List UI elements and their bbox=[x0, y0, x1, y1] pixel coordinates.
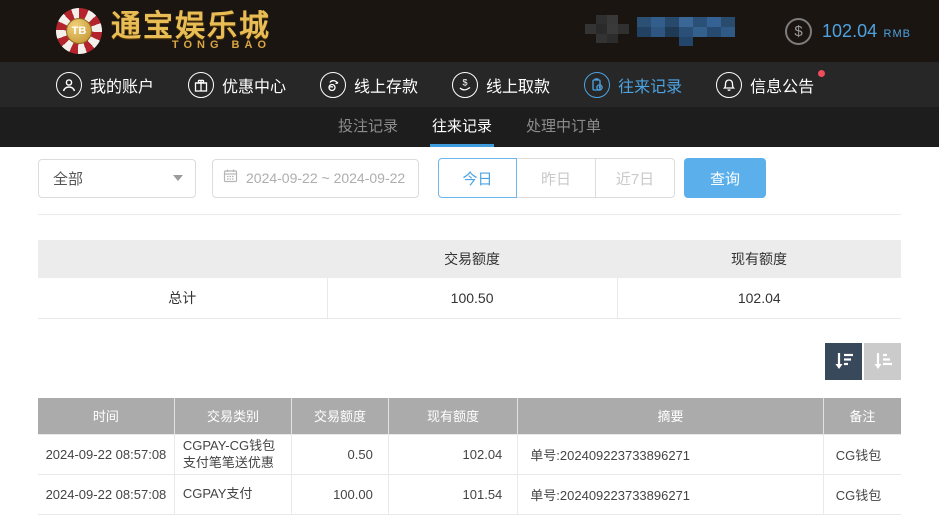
blurred-name-mosaic bbox=[637, 13, 745, 49]
nav-label: 线上存款 bbox=[354, 73, 418, 97]
records-icon bbox=[584, 72, 610, 98]
sort-ascending-button[interactable] bbox=[864, 343, 901, 380]
summary-header-empty bbox=[38, 240, 327, 278]
summary-header-balance: 现有额度 bbox=[617, 240, 901, 278]
nav-label: 信息公告 bbox=[750, 73, 814, 97]
table-row: 2024-09-22 08:57:08 CGPAY-CG钱包支付笔笔送优惠 0.… bbox=[38, 435, 901, 475]
sub-nav: 投注记录 往来记录 处理中订单 bbox=[0, 107, 939, 147]
col-header-type: 交易类别 bbox=[174, 398, 291, 435]
site-subtitle: TONG BAO bbox=[172, 40, 271, 51]
balance-currency: RMB bbox=[884, 28, 911, 40]
nav-item-my-account[interactable]: 我的账户 bbox=[56, 72, 154, 98]
nav-item-online-withdrawal[interactable]: $ 线上取款 bbox=[452, 72, 550, 98]
cell-balance: 102.04 bbox=[388, 435, 517, 475]
nav-item-transaction-records[interactable]: 往来记录 bbox=[584, 72, 682, 98]
last-7-days-button[interactable]: 近7日 bbox=[596, 158, 675, 198]
main-nav: 我的账户 优惠中心 线上存款 $ 线上取款 往来记录 信息公告 bbox=[0, 62, 939, 107]
records-header-row: 时间 交易类别 交易额度 现有额度 摘要 备注 bbox=[38, 398, 901, 435]
cell-balance: 101.54 bbox=[388, 475, 517, 515]
deposit-icon bbox=[320, 72, 346, 98]
type-select[interactable]: 全部 bbox=[38, 159, 196, 198]
col-header-amount: 交易额度 bbox=[292, 398, 389, 435]
cell-type: CGPAY支付 bbox=[174, 475, 291, 515]
cell-summary: 单号:202409223733896271 bbox=[518, 475, 824, 515]
chip-label: TB bbox=[66, 18, 92, 44]
tab-betting-records[interactable]: 投注记录 bbox=[336, 107, 400, 147]
summary-header-amount: 交易额度 bbox=[327, 240, 617, 278]
tab-transaction-records[interactable]: 往来记录 bbox=[430, 107, 494, 147]
summary-total-balance: 102.04 bbox=[617, 278, 901, 318]
col-header-remark: 备注 bbox=[823, 398, 901, 435]
nav-label: 线上取款 bbox=[486, 73, 550, 97]
summary-total-label: 总计 bbox=[38, 278, 327, 318]
section-divider bbox=[38, 214, 901, 215]
blurred-avatar-mosaic bbox=[585, 13, 629, 43]
notification-badge bbox=[818, 70, 825, 77]
cell-remark: CG钱包 bbox=[823, 475, 901, 515]
nav-label: 优惠中心 bbox=[222, 73, 286, 97]
cell-time: 2024-09-22 08:57:08 bbox=[38, 475, 174, 515]
calendar-icon bbox=[223, 168, 238, 188]
date-range-input[interactable]: 2024-09-22 ~ 2024-09-22 bbox=[212, 159, 419, 198]
balance-amount: 102.04 bbox=[822, 21, 877, 41]
nav-item-promotions[interactable]: 优惠中心 bbox=[188, 72, 286, 98]
search-button[interactable]: 查询 bbox=[684, 158, 766, 198]
col-header-time: 时间 bbox=[38, 398, 174, 435]
balance-display: $ 102.04 RMB bbox=[785, 18, 911, 45]
cell-summary: 单号:202409223733896271 bbox=[518, 435, 824, 475]
type-select-value: 全部 bbox=[53, 168, 83, 189]
user-icon bbox=[56, 72, 82, 98]
cell-time: 2024-09-22 08:57:08 bbox=[38, 435, 174, 475]
summary-total-row: 总计 100.50 102.04 bbox=[38, 278, 901, 318]
sort-descending-icon bbox=[833, 350, 855, 372]
poker-chip-icon: TB bbox=[56, 8, 102, 54]
today-button[interactable]: 今日 bbox=[438, 158, 517, 198]
sort-ascending-icon bbox=[872, 350, 894, 372]
summary-total-amount: 100.50 bbox=[327, 278, 617, 318]
top-bar: TB 通宝娱乐城 TONG BAO bbox=[0, 0, 939, 62]
nav-item-online-deposit[interactable]: 线上存款 bbox=[320, 72, 418, 98]
date-range-value: 2024-09-22 ~ 2024-09-22 bbox=[246, 170, 405, 186]
sort-controls bbox=[38, 343, 901, 380]
cell-amount: 100.00 bbox=[292, 475, 389, 515]
nav-item-announcements[interactable]: 信息公告 bbox=[716, 72, 814, 98]
sort-descending-button[interactable] bbox=[825, 343, 862, 380]
main-content: 全部 2024-09-22 ~ 2024-09-22 今日 昨日 近7日 查询 … bbox=[0, 158, 939, 515]
col-header-summary: 摘要 bbox=[518, 398, 824, 435]
summary-header-row: 交易额度 现有额度 bbox=[38, 240, 901, 278]
cell-amount: 0.50 bbox=[292, 435, 389, 475]
yesterday-button[interactable]: 昨日 bbox=[517, 158, 596, 198]
nav-label: 我的账户 bbox=[90, 73, 154, 97]
quick-date-group: 今日 昨日 近7日 bbox=[438, 158, 675, 198]
table-row: 2024-09-22 08:57:08 CGPAY支付 100.00 101.5… bbox=[38, 475, 901, 515]
logo-text: 通宝娱乐城 TONG BAO bbox=[111, 12, 271, 51]
top-right-area: $ 102.04 RMB bbox=[585, 13, 911, 49]
svg-text:$: $ bbox=[463, 77, 468, 87]
tab-processing-orders[interactable]: 处理中订单 bbox=[524, 107, 603, 147]
site-logo[interactable]: TB 通宝娱乐城 TONG BAO bbox=[56, 8, 271, 54]
records-table: 时间 交易类别 交易额度 现有额度 摘要 备注 2024-09-22 08:57… bbox=[38, 398, 901, 516]
col-header-balance: 现有额度 bbox=[388, 398, 517, 435]
summary-table: 交易额度 现有额度 总计 100.50 102.04 bbox=[38, 240, 901, 319]
bell-icon bbox=[716, 72, 742, 98]
dollar-icon: $ bbox=[785, 18, 812, 45]
gift-icon bbox=[188, 72, 214, 98]
nav-label: 往来记录 bbox=[618, 73, 682, 97]
filter-bar: 全部 2024-09-22 ~ 2024-09-22 今日 昨日 近7日 查询 bbox=[38, 158, 901, 198]
cell-remark: CG钱包 bbox=[823, 435, 901, 475]
blurred-username bbox=[585, 13, 745, 49]
site-title: 通宝娱乐城 bbox=[111, 12, 271, 42]
chevron-down-icon bbox=[173, 175, 183, 181]
cell-type: CGPAY-CG钱包支付笔笔送优惠 bbox=[174, 435, 291, 475]
withdraw-icon: $ bbox=[452, 72, 478, 98]
